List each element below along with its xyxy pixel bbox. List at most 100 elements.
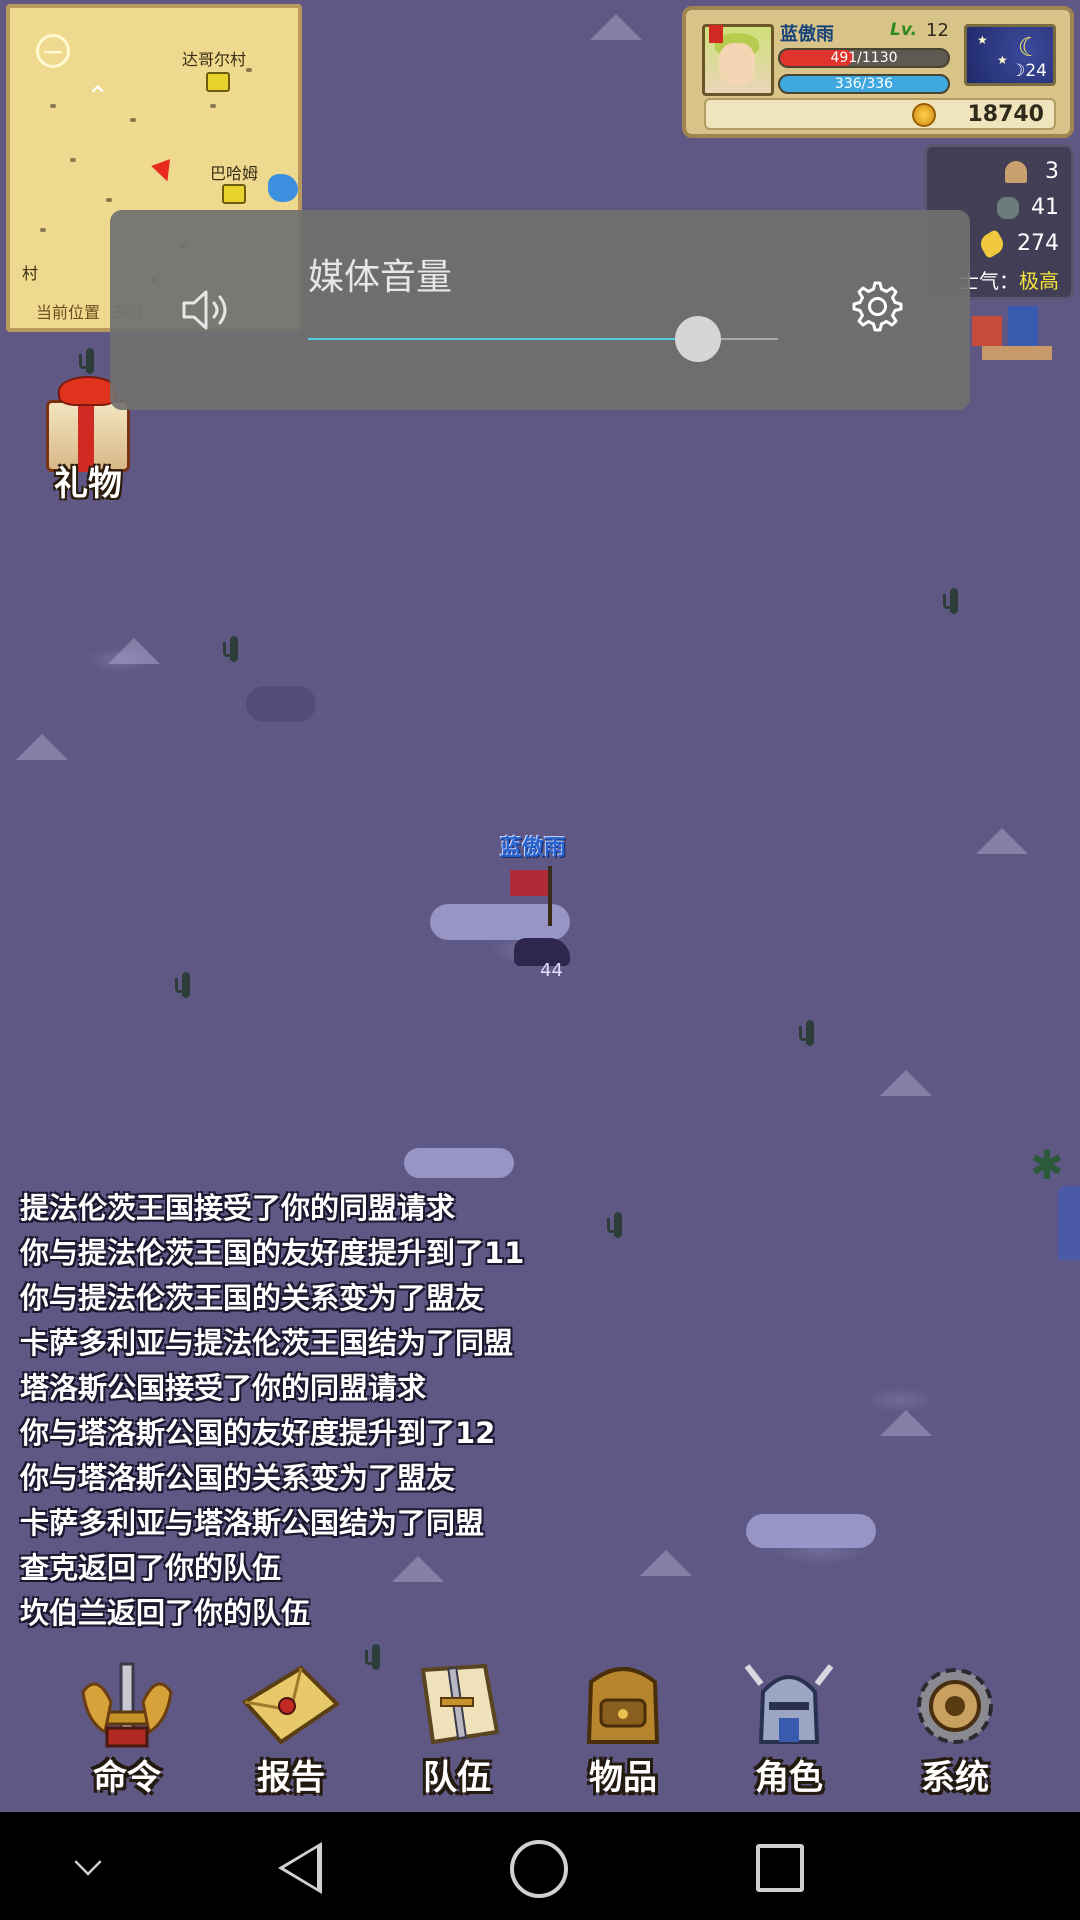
building-icon[interactable] [1058, 1186, 1080, 1260]
terrain-dot [50, 104, 56, 108]
village-icon[interactable] [206, 72, 230, 92]
log-message: 查克返回了你的队伍 [20, 1551, 282, 1585]
town-wall [982, 346, 1052, 360]
lake [268, 174, 298, 202]
party-label: 队伍 [423, 1758, 491, 1798]
terrain-dot [40, 228, 46, 232]
castle-icon[interactable] [222, 184, 246, 204]
report-button[interactable]: 报告 [226, 1652, 356, 1812]
gift-bow [58, 376, 118, 406]
avatar-flag-icon [709, 25, 723, 43]
terrain-dot [70, 158, 76, 162]
cactus [223, 636, 238, 662]
minimap-place-label: 巴哈姆 [210, 164, 259, 183]
report-label: 报告 [257, 1758, 325, 1798]
cactus [943, 588, 958, 614]
system-button[interactable]: 系统 [890, 1652, 1020, 1812]
terrain-dot [106, 198, 112, 202]
character-button[interactable]: 角色 [724, 1652, 854, 1812]
log-message: 卡萨多利亚与塔洛斯公国结为了同盟 [20, 1506, 485, 1540]
unit-flag-pole [548, 866, 552, 926]
coin-icon [912, 103, 936, 127]
items-button[interactable]: 物品 [558, 1652, 688, 1812]
volume-slider-fill [308, 338, 699, 340]
time-of-day-indicator[interactable]: ★ ★ ☾ ☽24 [964, 24, 1056, 86]
player-status-panel[interactable]: 蓝傲雨 Lv. 12 491/1130 336/336 ★ ★ ☾ ☽24 18… [682, 6, 1074, 138]
rock [16, 734, 68, 760]
cactus [799, 1020, 814, 1046]
unit-name: 蓝傲雨 [500, 836, 567, 861]
log-message: 提法伦茨王国接受了你的同盟请求 [20, 1191, 456, 1225]
morale-value: 极高 [1019, 269, 1059, 293]
gold-value: 18740 [967, 102, 1044, 127]
town-roof [972, 316, 1002, 346]
terrain-dot [130, 118, 136, 122]
log-message: 你与提法伦茨王国的关系变为了盟友 [20, 1281, 485, 1315]
log-message: 坎伯兰返回了你的队伍 [20, 1596, 311, 1630]
level-label: Lv. [890, 20, 917, 40]
player-location-arrow-icon [151, 159, 177, 185]
current-position-label: 当前位置 [36, 303, 101, 322]
cloud [746, 1514, 876, 1548]
rock [880, 1070, 932, 1096]
rock [880, 1410, 932, 1436]
minimap-zoom-out-button[interactable]: − [36, 34, 70, 68]
volume-title: 媒体音量 [308, 257, 453, 298]
gold-display: 18740 [704, 98, 1056, 130]
cloud [404, 1148, 514, 1178]
rock [590, 14, 642, 40]
log-message: 你与塔洛斯公国的友好度提升到了12 [20, 1416, 496, 1450]
backpack-icon [586, 1667, 660, 1744]
recents-icon[interactable] [756, 1844, 804, 1892]
scroll-icon [420, 1663, 500, 1745]
envelope-icon [241, 1665, 341, 1745]
soldier-icon [997, 197, 1019, 219]
unit-flag [510, 870, 550, 896]
cactus [175, 972, 190, 998]
minimap-place-label: 村 [22, 264, 39, 283]
command-button[interactable]: 命令 [62, 1652, 192, 1812]
hero-icon [1005, 161, 1027, 183]
log-message: 塔洛斯公国接受了你的同盟请求 [20, 1371, 427, 1405]
volume-slider-thumb[interactable] [675, 316, 722, 362]
star-icon: ★ [977, 33, 988, 47]
minimap-place-label: 达哥尔村 [182, 50, 247, 69]
town-icon[interactable] [972, 302, 1062, 362]
helmet-icon [744, 1664, 834, 1744]
home-icon[interactable] [510, 1840, 568, 1898]
system-label: 系统 [921, 1758, 989, 1798]
hp-bar: 491/1130 [778, 48, 950, 68]
character-label: 角色 [755, 1758, 823, 1798]
message-log: 提法伦茨王国接受了你的同盟请求 你与提法伦茨王国的友好度提升到了11 你与提法伦… [20, 1186, 720, 1636]
avatar-face [719, 43, 755, 85]
mp-bar: 336/336 [778, 74, 950, 94]
day-value: 24 [1025, 61, 1047, 81]
town-roof [1008, 306, 1038, 346]
chevron-down-icon[interactable] [74, 1848, 102, 1876]
speaker-icon[interactable] [180, 286, 236, 334]
unit-troop-count: 44 [540, 960, 563, 981]
items-label: 物品 [589, 1758, 657, 1798]
level-value: 12 [926, 20, 949, 41]
terrain-dot [210, 104, 216, 108]
command-label: 命令 [93, 1758, 161, 1798]
back-icon-inner [284, 1848, 317, 1888]
settings-gear-icon[interactable] [848, 278, 906, 336]
player-name: 蓝傲雨 [780, 24, 834, 45]
log-message: 卡萨多利亚与提法伦茨王国结为了同盟 [20, 1326, 514, 1360]
hp-text: 491/1130 [830, 50, 898, 66]
party-button[interactable]: 队伍 [392, 1652, 522, 1812]
gear-icon [917, 1668, 993, 1744]
player-avatar[interactable] [702, 24, 774, 96]
log-message: 你与提法伦茨王国的友好度提升到了11 [20, 1236, 525, 1270]
system-navigation-bar [0, 1812, 1080, 1920]
log-message: 你与塔洛斯公国的关系变为了盟友 [20, 1461, 456, 1495]
morale-row: 士气：极高 [959, 265, 1059, 294]
food-count: 274 [1017, 231, 1059, 256]
cloud [246, 686, 316, 722]
day-count: ☽24 [1010, 61, 1047, 81]
gift-label: 礼物 [54, 464, 122, 504]
sword-icon [81, 1662, 173, 1748]
palm-tree-icon: ✱ [1030, 1143, 1064, 1189]
soldier-count: 41 [1031, 195, 1059, 220]
